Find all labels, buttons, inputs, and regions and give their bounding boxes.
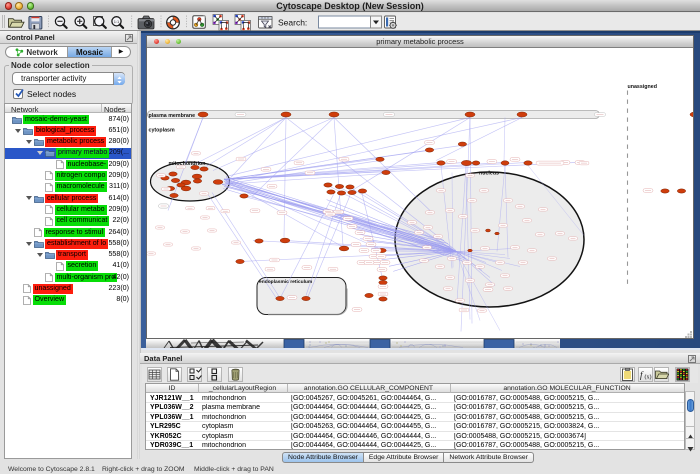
- svg-text:Search:: Search:: [278, 17, 307, 27]
- svg-text:mitochondrion: mitochondrion: [168, 160, 205, 166]
- svg-text:plasma membrane: plasma membrane: [149, 113, 196, 119]
- svg-text:endoplasmic reticulum: endoplasmic reticulum: [259, 279, 313, 285]
- svg-text:nucleus: nucleus: [479, 170, 499, 176]
- svg-text:(x): (x): [645, 374, 652, 381]
- svg-text:cytoplasm: cytoplasm: [149, 127, 175, 133]
- svg-text:1:1: 1:1: [114, 19, 120, 24]
- svg-text:f: f: [640, 370, 644, 380]
- svg-text:unassigned: unassigned: [628, 84, 657, 90]
